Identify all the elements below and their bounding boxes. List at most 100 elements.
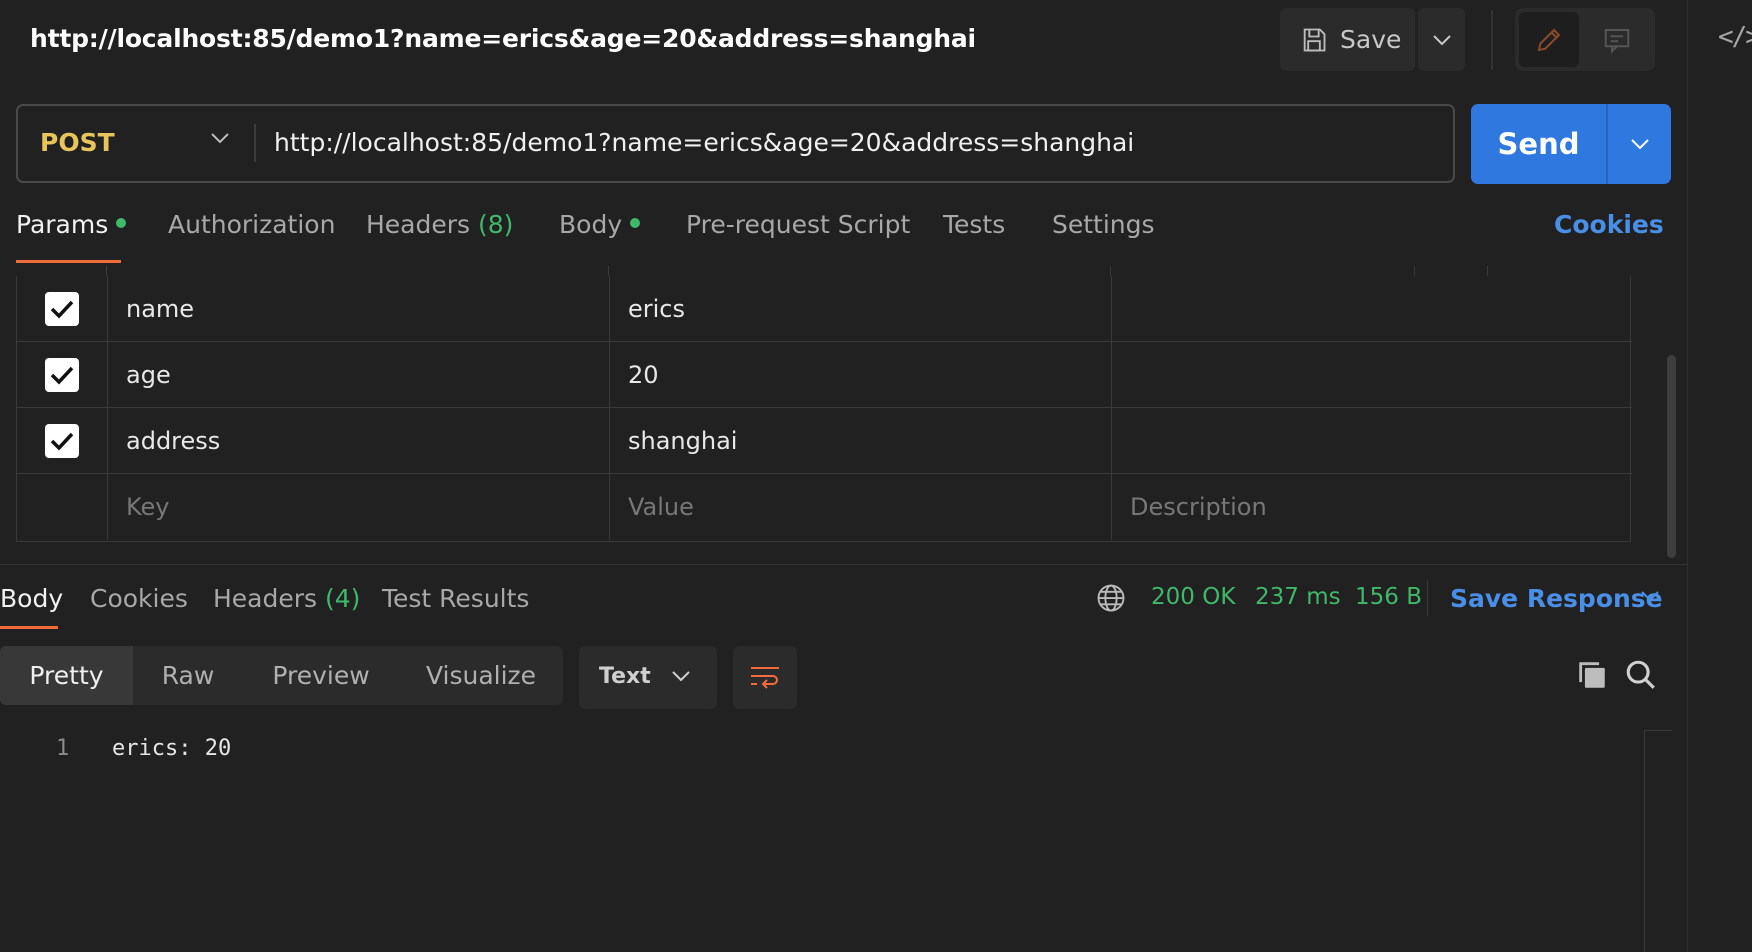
param-key[interactable]: age <box>107 342 609 408</box>
table-header-edge <box>16 266 1631 276</box>
view-visualize[interactable]: Visualize <box>399 646 563 705</box>
header-divider <box>1491 10 1493 70</box>
response-tab-cookies[interactable]: Cookies <box>90 584 188 613</box>
wrap-lines-icon <box>751 666 779 689</box>
tab-headers[interactable]: Headers (8) <box>366 210 513 239</box>
mode-toggle <box>1515 8 1655 71</box>
chevron-down-icon[interactable] <box>210 132 230 144</box>
param-value[interactable]: shanghai <box>609 408 1111 474</box>
response-tab-body[interactable]: Body <box>0 584 63 613</box>
table-row-new: Key Value Description <box>17 474 1632 540</box>
param-value[interactable]: erics <box>609 276 1111 342</box>
save-response-button[interactable]: Save Response <box>1450 584 1663 613</box>
edit-mode-button[interactable] <box>1519 12 1579 67</box>
tab-params[interactable]: Params <box>16 210 127 239</box>
row-checkbox-cell[interactable] <box>17 342 107 408</box>
copy-icon[interactable] <box>1575 658 1609 692</box>
tab-tests[interactable]: Tests <box>943 210 1005 239</box>
tab-headers-label: Headers <box>366 210 471 239</box>
table-row: address shanghai <box>17 408 1632 474</box>
right-sidebar <box>1687 0 1752 952</box>
chevron-down-icon[interactable] <box>1640 590 1660 602</box>
checkmark-icon <box>50 366 74 385</box>
chevron-down-icon <box>672 671 690 682</box>
comment-icon <box>1604 28 1630 54</box>
format-select[interactable]: Text <box>579 646 717 709</box>
response-divider[interactable] <box>0 564 1687 565</box>
url-separator <box>254 124 256 162</box>
row-checkbox-cell[interactable] <box>17 408 107 474</box>
line-number: 1 <box>56 736 70 761</box>
save-options-button[interactable] <box>1418 8 1465 71</box>
url-bar: POST http://localhost:85/demo1?name=eric… <box>16 104 1455 183</box>
status-code[interactable]: 200 OK <box>1151 584 1235 610</box>
row-checkbox-cell-empty <box>17 474 107 540</box>
send-button-group: Send <box>1471 104 1671 184</box>
cookies-link[interactable]: Cookies <box>1554 210 1664 239</box>
save-label: Save <box>1340 25 1402 54</box>
response-tab-test-results[interactable]: Test Results <box>382 584 529 613</box>
param-description[interactable] <box>1111 342 1632 408</box>
status-divider <box>1427 580 1428 616</box>
param-description[interactable] <box>1111 408 1632 474</box>
postman-request-editor: http://localhost:85/demo1?name=erics&age… <box>0 0 1752 952</box>
checkmark-icon <box>50 300 74 319</box>
view-preview[interactable]: Preview <box>243 646 399 705</box>
response-headers-count: (4) <box>325 584 361 613</box>
tab-body-label: Body <box>559 210 623 239</box>
method-select[interactable]: POST <box>40 128 115 157</box>
chevron-down-icon <box>1630 139 1649 150</box>
response-active-tab-indicator <box>0 626 58 629</box>
scrollbar[interactable] <box>1667 355 1676 558</box>
comments-button[interactable] <box>1585 12 1649 67</box>
param-key[interactable]: name <box>107 276 609 342</box>
globe-icon[interactable] <box>1096 583 1126 613</box>
save-button[interactable]: Save <box>1280 8 1415 71</box>
status-dot <box>116 218 127 228</box>
table-row: name erics <box>17 276 1632 342</box>
tab-settings[interactable]: Settings <box>1052 210 1155 239</box>
tab-prerequest-script[interactable]: Pre-request Script <box>686 210 910 239</box>
response-tab-headers[interactable]: Headers (4) <box>213 584 360 613</box>
wrap-lines-button[interactable] <box>733 646 797 709</box>
checkbox[interactable] <box>45 292 79 326</box>
value-placeholder[interactable]: Value <box>609 474 1111 540</box>
headers-count: (8) <box>478 210 514 239</box>
response-headers-label: Headers <box>213 584 318 613</box>
tab-authorization[interactable]: Authorization <box>168 210 335 239</box>
checkmark-icon <box>50 432 74 451</box>
checkbox[interactable] <box>45 424 79 458</box>
view-raw[interactable]: Raw <box>133 646 243 705</box>
table-row: age 20 <box>17 342 1632 408</box>
key-placeholder[interactable]: Key <box>107 474 609 540</box>
view-mode-group: Pretty Raw Preview Visualize <box>0 646 563 705</box>
send-options-button[interactable] <box>1608 104 1671 184</box>
code-line[interactable]: erics: 20 <box>112 736 231 761</box>
status-dot <box>630 218 641 228</box>
editor-scrollbar-track[interactable] <box>1644 730 1672 952</box>
response-size[interactable]: 156 B <box>1355 584 1422 610</box>
param-value[interactable]: 20 <box>609 342 1111 408</box>
code-icon[interactable]: </> <box>1718 22 1752 52</box>
response-body-editor[interactable]: 1 erics: 20 <box>0 720 1670 952</box>
tab-body[interactable]: Body <box>559 210 641 239</box>
save-icon <box>1303 28 1326 51</box>
search-icon[interactable] <box>1624 658 1658 692</box>
url-input[interactable]: http://localhost:85/demo1?name=erics&age… <box>274 128 1134 157</box>
response-time[interactable]: 237 ms <box>1255 584 1341 610</box>
row-checkbox-cell[interactable] <box>17 276 107 342</box>
tab-params-label: Params <box>16 210 109 239</box>
request-title[interactable]: http://localhost:85/demo1?name=erics&age… <box>30 24 976 53</box>
param-key[interactable]: address <box>107 408 609 474</box>
description-placeholder[interactable]: Description <box>1111 474 1632 540</box>
chevron-down-icon <box>1432 34 1451 45</box>
send-button[interactable]: Send <box>1471 104 1606 184</box>
request-tabs: Params Authorization Headers (8) Body Pr… <box>0 210 1687 265</box>
query-params-table: name erics age 20 address shanghai Key V… <box>16 276 1632 542</box>
pencil-icon <box>1537 28 1561 51</box>
checkbox[interactable] <box>45 358 79 392</box>
active-tab-indicator <box>16 260 121 263</box>
format-label: Text <box>599 664 651 689</box>
param-description[interactable] <box>1111 276 1632 342</box>
view-pretty[interactable]: Pretty <box>0 646 133 705</box>
